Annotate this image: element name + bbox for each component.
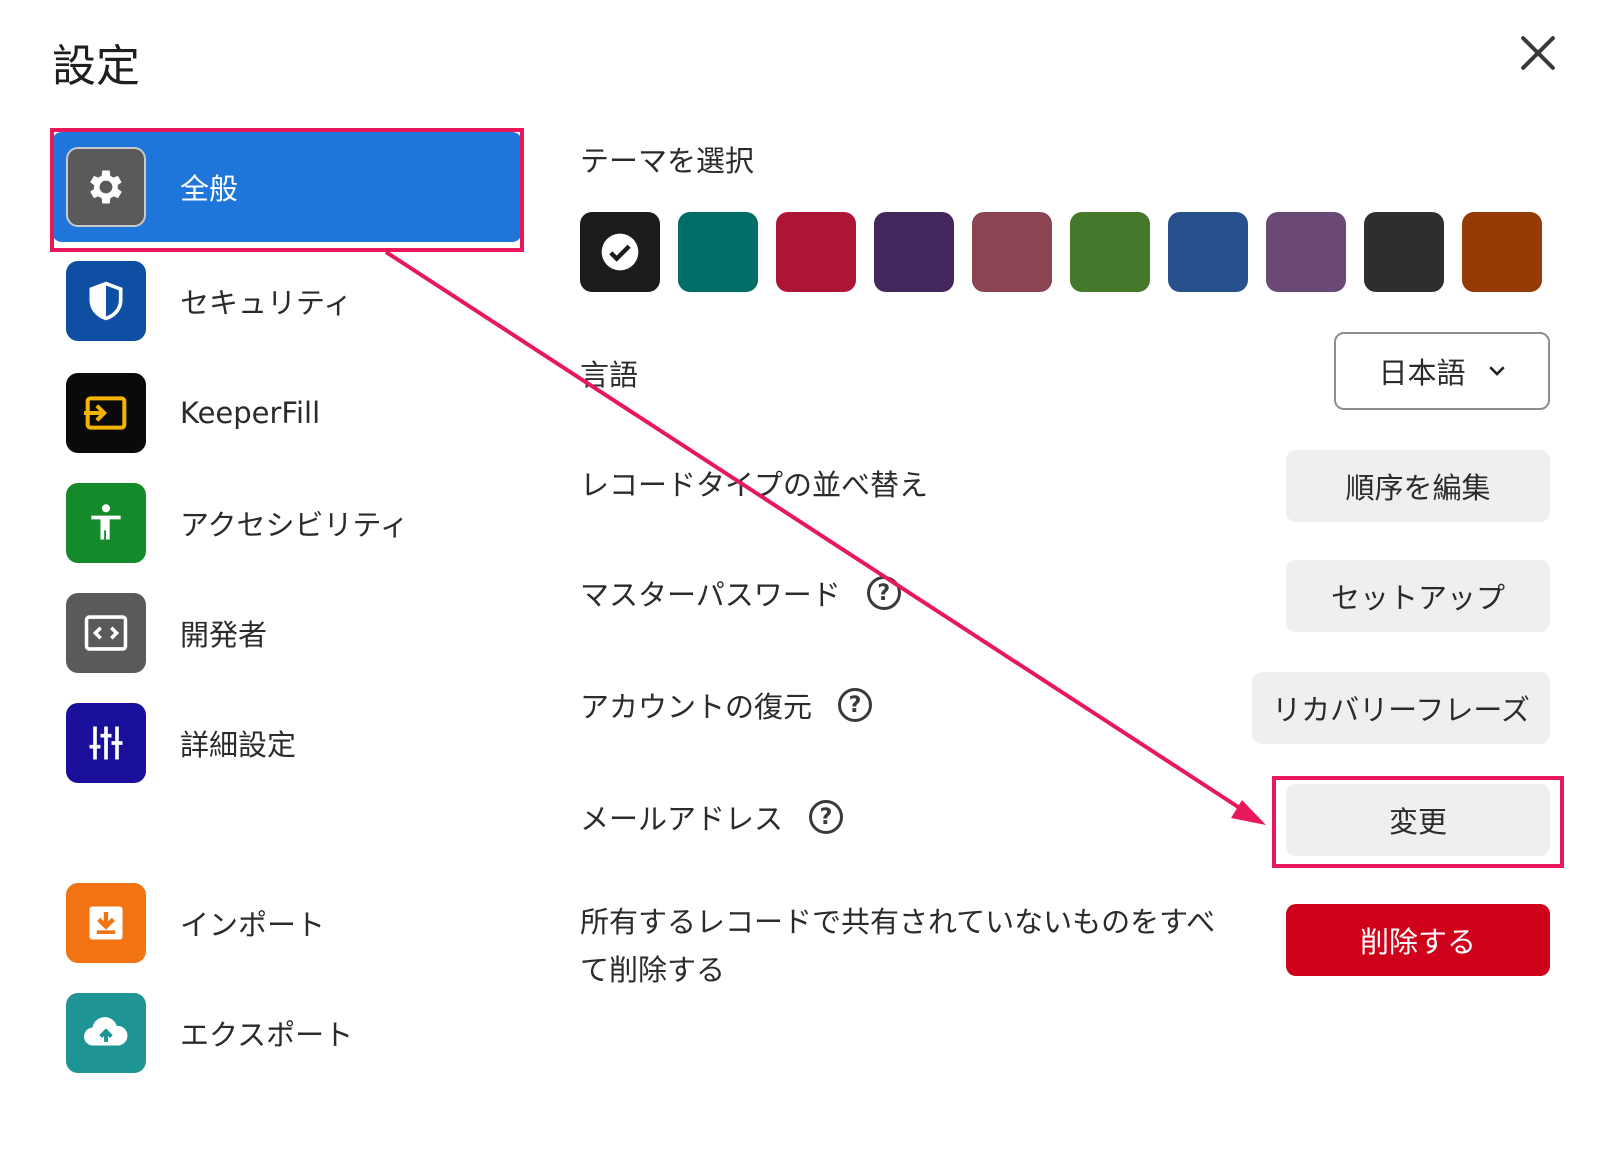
sidebar-item-label: 開発者 xyxy=(180,618,268,652)
sidebar-item-general[interactable]: 全般 xyxy=(52,132,522,242)
sidebar-item-label: セキュリティ xyxy=(180,286,353,320)
sidebar-item-keeperfill[interactable]: KeeperFill xyxy=(52,358,522,468)
delete-unshared-label: 所有するレコードで共有されていないものをすべて削除する xyxy=(580,905,1216,987)
help-icon[interactable]: ? xyxy=(838,688,873,722)
theme-swatch[interactable] xyxy=(1266,212,1346,292)
master-password-label: マスターパスワード xyxy=(580,578,841,612)
keeperfill-icon xyxy=(66,373,146,453)
sidebar-item-export[interactable]: エクスポート xyxy=(52,978,522,1088)
import-icon xyxy=(66,883,146,963)
sidebar-item-label: KeeperFill xyxy=(180,396,321,430)
theme-swatch-selected[interactable] xyxy=(580,212,660,292)
sliders-icon xyxy=(66,703,146,783)
accessibility-icon xyxy=(66,483,146,563)
theme-swatch[interactable] xyxy=(1070,212,1150,292)
theme-swatch[interactable] xyxy=(972,212,1052,292)
gear-icon xyxy=(66,147,146,227)
help-icon[interactable]: ? xyxy=(809,800,844,834)
check-icon xyxy=(601,233,639,271)
cloud-upload-icon xyxy=(66,993,146,1073)
sidebar-item-security[interactable]: セキュリティ xyxy=(52,246,522,356)
sidebar-item-label: 全般 xyxy=(180,172,239,206)
email-label: メールアドレス xyxy=(580,802,784,836)
theme-swatches xyxy=(580,212,1542,292)
master-password-row: マスターパスワード ? xyxy=(580,572,901,614)
sidebar-item-label: アクセシビリティ xyxy=(180,508,409,542)
change-email-button[interactable]: 変更 xyxy=(1286,784,1550,856)
sidebar-item-accessibility[interactable]: アクセシビリティ xyxy=(52,468,522,578)
shield-icon xyxy=(66,261,146,341)
chevron-down-icon xyxy=(1488,366,1505,376)
language-value: 日本語 xyxy=(1378,356,1466,390)
help-icon[interactable]: ? xyxy=(866,576,901,610)
edit-order-button[interactable]: 順序を編集 xyxy=(1286,450,1550,522)
sidebar-item-label: インポート xyxy=(180,908,326,942)
recovery-phrase-button[interactable]: リカバリーフレーズ xyxy=(1252,672,1550,744)
theme-swatch[interactable] xyxy=(1462,212,1542,292)
language-label: 言語 xyxy=(580,358,639,392)
account-recovery-row: アカウントの復元 ? xyxy=(580,684,873,726)
theme-swatch[interactable] xyxy=(874,212,954,292)
theme-swatch[interactable] xyxy=(678,212,758,292)
theme-swatch[interactable] xyxy=(1168,212,1248,292)
theme-swatch[interactable] xyxy=(1364,212,1444,292)
email-row: メールアドレス ? xyxy=(580,796,844,838)
theme-swatch[interactable] xyxy=(776,212,856,292)
sidebar-item-label: エクスポート xyxy=(180,1018,354,1052)
page-title: 設定 xyxy=(52,41,140,92)
sidebar-item-import[interactable]: インポート xyxy=(52,868,522,978)
theme-label: テーマを選択 xyxy=(580,144,755,178)
close-icon[interactable] xyxy=(1512,28,1564,80)
code-icon xyxy=(66,593,146,673)
setup-button[interactable]: セットアップ xyxy=(1286,560,1550,632)
sidebar-item-developer[interactable]: 開発者 xyxy=(52,578,522,688)
record-sort-label: レコードタイプの並べ替え xyxy=(580,468,929,502)
sidebar-item-label: 詳細設定 xyxy=(180,728,297,762)
delete-button[interactable]: 削除する xyxy=(1286,904,1550,976)
sidebar-item-advanced[interactable]: 詳細設定 xyxy=(52,688,522,798)
account-recovery-label: アカウントの復元 xyxy=(580,690,813,724)
language-select[interactable]: 日本語 xyxy=(1334,332,1550,410)
